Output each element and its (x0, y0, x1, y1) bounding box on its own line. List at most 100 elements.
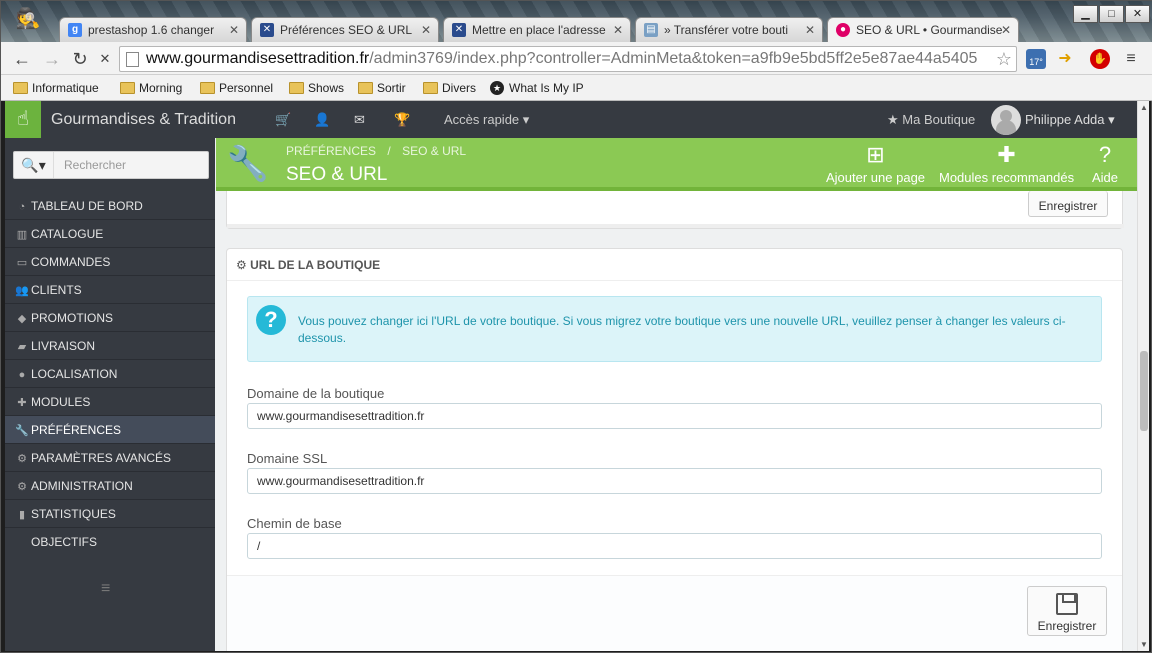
panel-footer-bar (227, 224, 1124, 228)
sidebar-item-shipping[interactable]: ▰ LIVRAISON (5, 332, 215, 360)
sidebar-item-label: LOCALISATION (31, 367, 118, 381)
page-toolbar: 🔧 PRÉFÉRENCES / SEO & URL SEO & URL ⊞ Aj… (216, 138, 1137, 191)
save-button[interactable]: Enregistrer (1028, 191, 1108, 217)
sidebar-item-catalog[interactable]: ▥ CATALOGUE (5, 220, 215, 248)
tab-label: Préférences SEO & URL (280, 23, 413, 37)
scroll-down-icon[interactable]: ▼ (1140, 640, 1148, 649)
sidebar-item-statistics[interactable]: ▮ STATISTIQUES (5, 500, 215, 528)
save-button[interactable]: Enregistrer (1027, 586, 1107, 636)
tab-label: » Transférer votre bouti (664, 23, 789, 37)
browser-tab[interactable]: g prestashop 1.6 changer ✕ (59, 17, 247, 42)
shop-name[interactable]: Gourmandises & Tradition (51, 101, 236, 138)
sidebar-item-orders[interactable]: ▭ COMMANDES (5, 248, 215, 276)
wrench-icon: 🔧 (226, 145, 270, 183)
breadcrumb: PRÉFÉRENCES / SEO & URL (286, 144, 466, 158)
avatar[interactable] (991, 105, 1021, 135)
info-alert: ? Vous pouvez changer ici l'URL de votre… (247, 296, 1102, 362)
arrow-extension-icon[interactable]: ➜ (1055, 49, 1075, 69)
close-tab-icon[interactable]: ✕ (421, 18, 431, 42)
close-tab-icon[interactable]: ✕ (613, 18, 623, 42)
folder-icon (358, 82, 373, 94)
browser-tab[interactable]: ✕ Mettre en place l'adresse ✕ (443, 17, 631, 42)
browser-tab[interactable]: ▤ » Transférer votre bouti ✕ (635, 17, 823, 42)
back-icon[interactable]: ← (11, 48, 33, 70)
folder-icon (13, 82, 28, 94)
bookmark-folder[interactable]: Shows (287, 79, 344, 97)
sidebar-item-objectives[interactable]: OBJECTIFS (5, 528, 215, 556)
close-tab-icon[interactable]: ✕ (805, 18, 815, 42)
my-shop-link[interactable]: ★ Ma Boutique (887, 101, 975, 138)
prestashop-logo-icon[interactable]: ☝ (5, 101, 41, 138)
base-path-input[interactable]: / (247, 533, 1102, 559)
sidebar-item-preferences[interactable]: 🔧 PRÉFÉRENCES (5, 416, 215, 444)
sidebar-item-label: LIVRAISON (31, 339, 96, 353)
maximize-button[interactable]: □ (1099, 5, 1124, 23)
ssl-domain-input[interactable]: www.gourmandisesettradition.fr (247, 468, 1102, 494)
save-label: Enregistrer (1038, 199, 1098, 213)
close-icon[interactable]: ✕ (94, 48, 116, 70)
bookmarks-bar: Informatique Morning Personnel Shows Sor… (1, 75, 1152, 101)
tab-label: Mettre en place l'adresse (472, 23, 606, 37)
ssl-domain-label: Domaine SSL (247, 451, 328, 466)
browser-tab[interactable]: ✕ Préférences SEO & URL ✕ (251, 17, 439, 42)
bar-chart-icon: ▮ (18, 509, 26, 521)
sidebar-item-label: PROMOTIONS (31, 311, 114, 325)
adblock-icon[interactable]: ✋ (1090, 49, 1110, 69)
breadcrumb-item[interactable]: PRÉFÉRENCES (286, 144, 376, 158)
sidebar-item-advanced-parameters[interactable]: ⚙ PARAMÈTRES AVANCÉS (5, 444, 215, 472)
prestashop-icon: ✕ (452, 23, 466, 37)
tab-label: prestashop 1.6 changer (88, 23, 215, 37)
help-button[interactable]: ? Aide (1092, 142, 1118, 185)
breadcrumb-item[interactable]: SEO & URL (402, 144, 466, 158)
search-input[interactable]: Rechercher (64, 152, 126, 178)
close-tab-icon[interactable]: ✕ (229, 18, 239, 42)
sidebar-item-promotions[interactable]: ◆ PROMOTIONS (5, 304, 215, 332)
sidebar-item-administration[interactable]: ⚙ ADMINISTRATION (5, 472, 215, 500)
close-tab-icon[interactable]: ✕ (1001, 18, 1011, 42)
menu-icon[interactable]: ≡ (1121, 49, 1141, 69)
panel-title: URL DE LA BOUTIQUE (250, 258, 381, 272)
bookmark-folder[interactable]: Morning (118, 79, 182, 97)
sidebar-item-customers[interactable]: 👥 CLIENTS (5, 276, 215, 304)
bookmark-link[interactable]: ★ What Is My IP (488, 79, 584, 97)
tag-icon: ◆ (17, 313, 27, 325)
address-bar[interactable]: www.gourmandisesettradition.fr/admin3769… (119, 46, 1017, 72)
bookmark-folder[interactable]: Divers (421, 79, 476, 97)
trophy-icon[interactable]: 🏆 (394, 101, 410, 138)
minimize-button[interactable]: ▁ (1073, 5, 1098, 23)
close-window-button[interactable]: ✕ (1125, 5, 1150, 23)
user-icon[interactable]: 👤 (314, 101, 330, 138)
bookmark-star-icon[interactable]: ☆ (991, 47, 1012, 71)
sidebar-item-label: OBJECTIFS (31, 535, 98, 549)
reload-icon[interactable]: ↻ (69, 48, 91, 70)
forward-icon[interactable]: → (41, 48, 63, 70)
recommended-modules-button[interactable]: ✚ Modules recommandés (939, 142, 1074, 185)
collapse-menu-icon[interactable]: ≡ (101, 580, 110, 598)
add-page-label: Ajouter une page (826, 170, 926, 185)
weather-extension-icon[interactable]: 17° (1026, 49, 1046, 69)
dashboard-icon: ◔ (18, 201, 26, 213)
search-dropdown-button[interactable]: 🔍▾ (14, 152, 54, 178)
my-shop-label: Ma Boutique (902, 112, 976, 127)
folder-icon (423, 82, 438, 94)
envelope-icon[interactable]: ✉ (354, 101, 365, 138)
bookmark-folder[interactable]: Sortir (356, 79, 406, 97)
bookmark-folder[interactable]: Informatique (11, 79, 99, 97)
sidebar-item-localization[interactable]: ● LOCALISATION (5, 360, 215, 388)
quick-access-dropdown[interactable]: Accès rapide ▾ (444, 101, 529, 138)
floppy-disk-icon (1056, 593, 1078, 615)
sidebar-item-modules[interactable]: ✚ MODULES (5, 388, 215, 416)
scrollbar-thumb[interactable] (1140, 351, 1148, 431)
shop-domain-input[interactable]: www.gourmandisesettradition.fr (247, 403, 1102, 429)
browser-tab-active[interactable]: ● SEO & URL • Gourmandise ✕ (827, 17, 1019, 42)
bookmark-folder[interactable]: Personnel (198, 79, 273, 97)
sidebar-item-dashboard[interactable]: ◔ TABLEAU DE BORD (5, 192, 215, 220)
user-menu[interactable]: Philippe Adda ▾ (1025, 101, 1115, 138)
bookmark-label: Shows (308, 81, 345, 95)
cart-icon[interactable]: 🛒 (275, 101, 291, 138)
page-scrollbar[interactable]: ▲ ▼ (1137, 101, 1149, 651)
scroll-up-icon[interactable]: ▲ (1140, 103, 1148, 112)
search-box: 🔍▾ Rechercher (13, 151, 209, 179)
page-title: SEO & URL (286, 164, 388, 185)
add-page-button[interactable]: ⊞ Ajouter une page (826, 142, 925, 185)
